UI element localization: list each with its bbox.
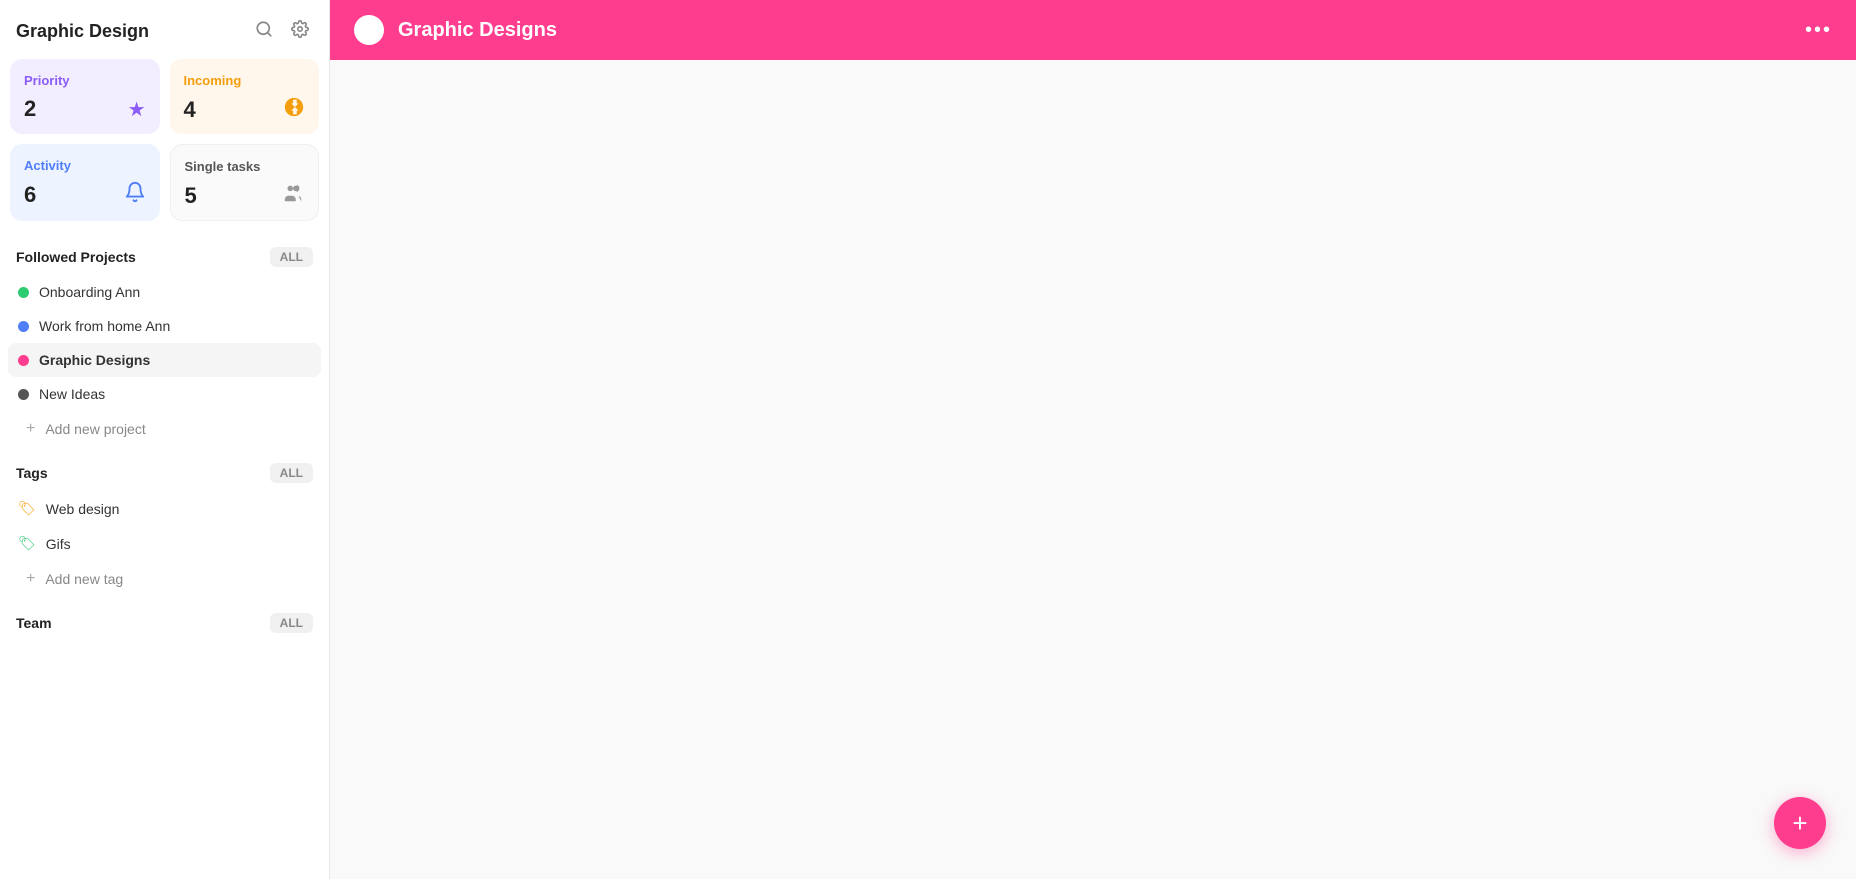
- priority-label: Priority: [24, 73, 146, 88]
- project-name-graphic: Graphic Designs: [39, 352, 150, 368]
- team-all-button[interactable]: ALL: [270, 613, 313, 633]
- stats-grid: Priority 2 ★ Incoming 4 Activity 6: [0, 59, 329, 231]
- project-item-graphic[interactable]: Graphic Designs: [8, 343, 321, 377]
- followed-projects-title: Followed Projects: [16, 249, 136, 265]
- project-name-new-ideas: New Ideas: [39, 386, 105, 402]
- activity-bottom: 6: [24, 181, 146, 209]
- main-header: Graphic Designs •••: [330, 0, 1856, 60]
- project-name-wfh: Work from home Ann: [39, 318, 170, 334]
- project-dot-new-ideas: [18, 389, 29, 400]
- add-tag-item[interactable]: + Add new tag: [8, 561, 321, 597]
- main-canvas: [330, 60, 1856, 879]
- tag-icon-webdesign: 🏷: [18, 500, 36, 517]
- sidebar: Graphic Design Priority 2 ★: [0, 0, 330, 879]
- add-project-icon: +: [26, 420, 35, 438]
- tags-header: Tags ALL: [0, 447, 329, 491]
- stat-card-activity[interactable]: Activity 6: [10, 144, 160, 221]
- more-options-button[interactable]: •••: [1805, 19, 1832, 42]
- add-tag-label: Add new tag: [45, 571, 123, 587]
- header-icons: [251, 18, 313, 45]
- tag-item-webdesign[interactable]: 🏷 Web design: [8, 491, 321, 526]
- incoming-icon: [283, 96, 305, 124]
- fab-add-button[interactable]: +: [1774, 797, 1826, 849]
- activity-icon: [124, 181, 146, 209]
- project-dot-onboarding: [18, 287, 29, 298]
- activity-count: 6: [24, 182, 36, 208]
- add-project-label: Add new project: [45, 421, 145, 437]
- add-project-item[interactable]: + Add new project: [8, 411, 321, 447]
- tag-item-gifs[interactable]: 🏷 Gifs: [8, 526, 321, 561]
- activity-label: Activity: [24, 158, 146, 173]
- followed-projects-header: Followed Projects ALL: [0, 231, 329, 275]
- team-header: Team ALL: [0, 597, 329, 641]
- tags-all-button[interactable]: ALL: [270, 463, 313, 483]
- main-header-avatar: [354, 15, 384, 45]
- sidebar-header: Graphic Design: [0, 0, 329, 59]
- project-list: Onboarding Ann Work from home Ann Graphi…: [0, 275, 329, 411]
- priority-count: 2: [24, 96, 36, 122]
- followed-projects-all-button[interactable]: ALL: [270, 247, 313, 267]
- main-content-area: Graphic Designs •••: [330, 0, 1856, 879]
- tags-list: 🏷 Web design 🏷 Gifs: [0, 491, 329, 561]
- single-count: 5: [185, 183, 197, 209]
- project-item-new-ideas[interactable]: New Ideas: [8, 377, 321, 411]
- stat-card-priority[interactable]: Priority 2 ★: [10, 59, 160, 134]
- incoming-bottom: 4: [184, 96, 306, 124]
- project-dot-wfh: [18, 321, 29, 332]
- project-item-wfh[interactable]: Work from home Ann: [8, 309, 321, 343]
- project-item-onboarding[interactable]: Onboarding Ann: [8, 275, 321, 309]
- main-header-title: Graphic Designs: [398, 19, 1791, 42]
- search-button[interactable]: [251, 18, 277, 45]
- tag-name-webdesign: Web design: [46, 501, 120, 517]
- single-icon: [282, 182, 304, 210]
- tag-icon-gifs: 🏷: [18, 535, 36, 552]
- project-name-onboarding: Onboarding Ann: [39, 284, 140, 300]
- tags-title: Tags: [16, 465, 48, 481]
- incoming-label: Incoming: [184, 73, 306, 88]
- project-dot-graphic: [18, 355, 29, 366]
- incoming-count: 4: [184, 97, 196, 123]
- priority-icon: ★: [128, 97, 146, 122]
- stat-card-incoming[interactable]: Incoming 4: [170, 59, 320, 134]
- stat-card-single[interactable]: Single tasks 5: [170, 144, 320, 221]
- single-label: Single tasks: [185, 159, 305, 174]
- sidebar-title: Graphic Design: [16, 21, 149, 42]
- add-tag-icon: +: [26, 570, 35, 588]
- team-title: Team: [16, 615, 52, 631]
- single-bottom: 5: [185, 182, 305, 210]
- tag-name-gifs: Gifs: [46, 536, 71, 552]
- settings-button[interactable]: [287, 18, 313, 45]
- priority-bottom: 2 ★: [24, 96, 146, 122]
